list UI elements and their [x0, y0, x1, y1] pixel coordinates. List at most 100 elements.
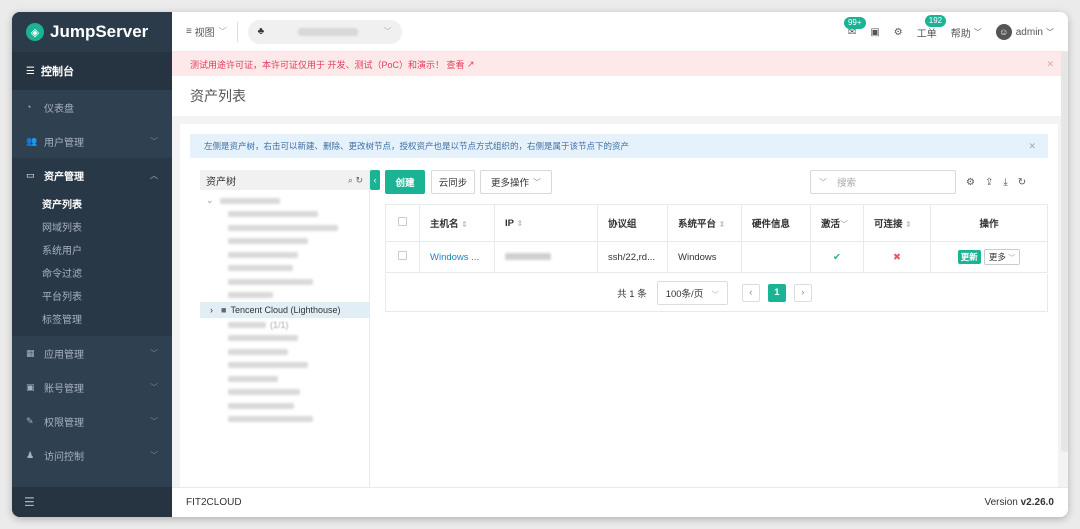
tree-node[interactable] — [206, 221, 369, 235]
tree-node[interactable] — [206, 345, 369, 359]
refresh-icon[interactable]: ↻ — [1018, 177, 1026, 188]
sidebar-item-access[interactable]: ♟ 访问控制 ﹀ — [12, 438, 172, 472]
search-icon[interactable]: ⌕ — [348, 175, 353, 185]
hardware-cell — [741, 241, 811, 273]
main-area: ≡ 视图 ﹀ ♣ ﹀ 99+ ✉ ▣ ⚙ 192 工单 帮助 ﹀ ☺ admin ﹀ 测试用途… — [172, 12, 1068, 517]
chevron-down-icon: ﹀ — [533, 177, 541, 187]
col-hostname[interactable]: 主机名 ⇕ — [419, 204, 495, 242]
select-all-checkbox[interactable] — [398, 217, 407, 226]
sidebar-item-label: 资产管理 — [44, 171, 84, 183]
chevron-down-icon: ⌄ — [206, 195, 214, 206]
col-actions: 操作 — [930, 204, 1048, 242]
tree-node[interactable] — [206, 332, 369, 346]
chevron-left-icon: ‹ — [373, 175, 377, 185]
collapse-tree-button[interactable]: ‹ — [370, 170, 380, 190]
col-platform[interactable]: 系统平台 ⇕ — [667, 204, 742, 242]
select-all-header[interactable] — [385, 204, 420, 242]
col-label: 激活 — [821, 219, 841, 230]
refresh-icon[interactable]: ↻ — [355, 175, 363, 185]
tree-node-selected[interactable]: › ■ Tencent Cloud (Lighthouse) — [200, 302, 369, 318]
tree-node[interactable] — [206, 248, 369, 262]
cloud-sync-button[interactable]: 云同步 — [431, 170, 475, 194]
content-panel: 左侧是资产树，右击可以新建、删除、更改树节点，授权资产也是以节点方式组织的，右侧… — [180, 124, 1058, 488]
jumpserver-logo-icon: ◈ — [26, 23, 44, 41]
tree-node[interactable] — [206, 359, 369, 373]
sidebar-item-users[interactable]: 👥 用户管理 ﹀ — [12, 124, 172, 158]
chevron-down-icon: ﹀ — [1046, 27, 1054, 37]
messages-button[interactable]: 99+ ✉ — [843, 16, 866, 38]
help-menu[interactable]: 帮助 ﹀ — [951, 25, 982, 40]
tree-node[interactable] — [206, 289, 369, 303]
col-connectivity[interactable]: 可连接 ⇕ — [863, 204, 931, 242]
ticket-button[interactable]: 192 工单 — [917, 14, 947, 40]
more-actions-button[interactable]: 更多操作 ﹀ — [480, 170, 552, 194]
sidebar-item-label: 权限管理 — [44, 417, 84, 429]
tree-node[interactable] — [206, 275, 369, 289]
sidebar-subitem-asset-list[interactable]: 资产列表 — [12, 192, 172, 215]
sidebar-subitem-command-filter[interactable]: 命令过滤 — [12, 261, 172, 284]
sidebar-subitem-label-manage[interactable]: 标签管理 — [12, 307, 172, 330]
next-page-button[interactable]: › — [793, 283, 812, 302]
row-select-cell[interactable] — [385, 241, 420, 273]
top-bar: ≡ 视图 ﹀ ♣ ﹀ 99+ ✉ ▣ ⚙ 192 工单 帮助 ﹀ ☺ admin ﹀ — [172, 12, 1068, 52]
sidebar-item-apps[interactable]: ▦ 应用管理 ﹀ — [12, 336, 172, 370]
chevron-down-icon: ﹀ — [1008, 255, 1016, 262]
logo[interactable]: ◈ JumpServer — [12, 12, 172, 52]
sidebar-item-label: 仪表盘 — [44, 103, 74, 115]
sidebar-item-accounts[interactable]: ▣ 账号管理 ﹀ — [12, 370, 172, 404]
license-alert-text: 测试用途许可证，本许可证仅用于 开发、测试（PoC）和演示！ 查看 — [190, 59, 465, 70]
filter-icon: ﹀ — [840, 220, 849, 229]
sidebar-subitem-domain-list[interactable]: 网域列表 — [12, 215, 172, 238]
tree-node[interactable] — [206, 235, 369, 249]
username: admin — [1015, 26, 1043, 38]
settings-button[interactable]: ⚙ — [894, 27, 903, 38]
gear-icon[interactable]: ⚙ — [966, 177, 975, 188]
footer: FIT2CLOUD Version v2.26.0 — [172, 487, 1068, 517]
tree-node[interactable] — [206, 399, 369, 413]
create-button[interactable]: 创建 — [385, 170, 425, 194]
row-more-button[interactable]: 更多 ﹀ — [983, 249, 1021, 265]
external-link-icon[interactable]: ↗ — [465, 59, 475, 70]
sidebar-item-perms[interactable]: ✎ 权限管理 ﹀ — [12, 404, 172, 438]
org-select[interactable]: ♣ ﹀ — [247, 19, 402, 44]
download-icon[interactable]: ⤓ — [1003, 177, 1007, 188]
sidebar-item-assets[interactable]: ▭ 资产管理 ︿ — [12, 158, 172, 192]
view-switch[interactable]: ≡ 视图 ﹀ — [186, 24, 227, 39]
close-icon[interactable]: ✕ — [1028, 141, 1036, 152]
tree-node[interactable]: ⌄ — [206, 194, 369, 208]
chevron-down-icon: ﹀ — [150, 382, 158, 392]
console-switch[interactable]: ☰ 控制台 — [12, 52, 172, 90]
page-size-select[interactable]: 100条/页 ﹀ — [656, 280, 728, 305]
version-label: Version — [984, 497, 1018, 508]
scrollbar[interactable] — [1061, 52, 1068, 452]
tree-node[interactable]: (1/1) — [206, 318, 369, 332]
sidebar-item-dashboard[interactable]: ◔ 仪表盘 — [12, 90, 172, 124]
user-menu[interactable]: ☺ admin ﹀ — [995, 24, 1054, 40]
close-icon[interactable]: ✕ — [1046, 59, 1054, 70]
update-button[interactable]: 更新 — [957, 250, 981, 264]
sort-icon: ⇕ — [718, 220, 726, 229]
tree-node[interactable] — [206, 413, 369, 427]
col-active[interactable]: 激活﹀ — [810, 204, 864, 242]
row-checkbox[interactable] — [398, 251, 407, 260]
tree-node[interactable] — [206, 208, 369, 222]
tree-node[interactable] — [206, 372, 369, 386]
tree-node[interactable] — [206, 386, 369, 400]
web-terminal-button[interactable]: ▣ — [870, 27, 879, 38]
sidebar-subitem-platform-list[interactable]: 平台列表 — [12, 284, 172, 307]
collapse-sidebar-icon[interactable]: ☰ — [12, 487, 172, 517]
menu-icon: ≡ — [186, 26, 195, 37]
edit-icon: ✎ — [26, 415, 34, 426]
tree-tools[interactable]: ⌕ ↻ — [348, 175, 363, 186]
tree-node[interactable] — [206, 262, 369, 276]
logo-text: JumpServer — [50, 22, 149, 41]
total-count: 共 1 条 — [617, 288, 647, 300]
upload-icon[interactable]: ⇪ — [985, 177, 993, 188]
hostname-link[interactable]: Windows ... — [419, 241, 495, 273]
sidebar-subitem-system-users[interactable]: 系统用户 — [12, 238, 172, 261]
prev-page-button[interactable]: ‹ — [741, 283, 760, 302]
col-ip[interactable]: IP ⇕ — [494, 204, 598, 242]
search-input[interactable]: ﹀ 搜索 — [810, 170, 956, 194]
col-hardware: 硬件信息 — [741, 204, 811, 242]
page-button[interactable]: 1 — [767, 283, 786, 302]
